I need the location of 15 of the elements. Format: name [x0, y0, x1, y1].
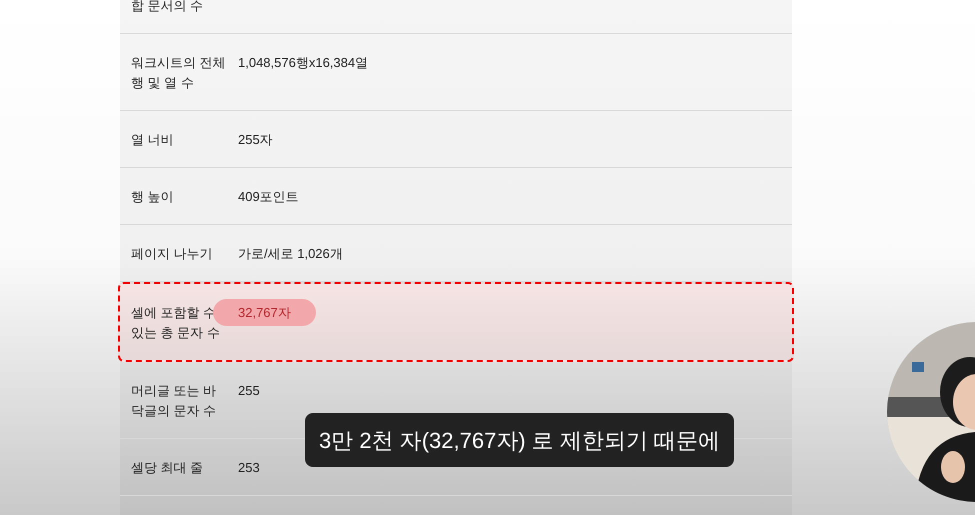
row-label: 셀당 최대 줄: [131, 459, 204, 477]
row-label: 합 문서의 수: [131, 0, 204, 15]
row-value: 1,048,576행x16,384열: [238, 54, 368, 72]
row-label: 열 너비: [131, 131, 175, 149]
row-value: 가로/세로 1,026개: [238, 245, 343, 263]
row-value: 255자: [238, 131, 273, 149]
row-label: 페이지 나누기: [131, 245, 214, 263]
value-highlight: 32,767자: [213, 299, 316, 326]
row-value: 255: [238, 382, 260, 400]
row-label: 워크시트의 전체 행 및 열 수: [131, 54, 226, 92]
caption: 3만 2천 자(32,767자) 로 제한되기 때문에: [305, 413, 734, 467]
row-label: 행 높이: [131, 188, 175, 206]
row-label: 머리글 또는 바닥글의 문자 수: [131, 382, 218, 420]
row-value: 253: [238, 459, 260, 477]
row-value: 409포인트: [238, 188, 299, 206]
